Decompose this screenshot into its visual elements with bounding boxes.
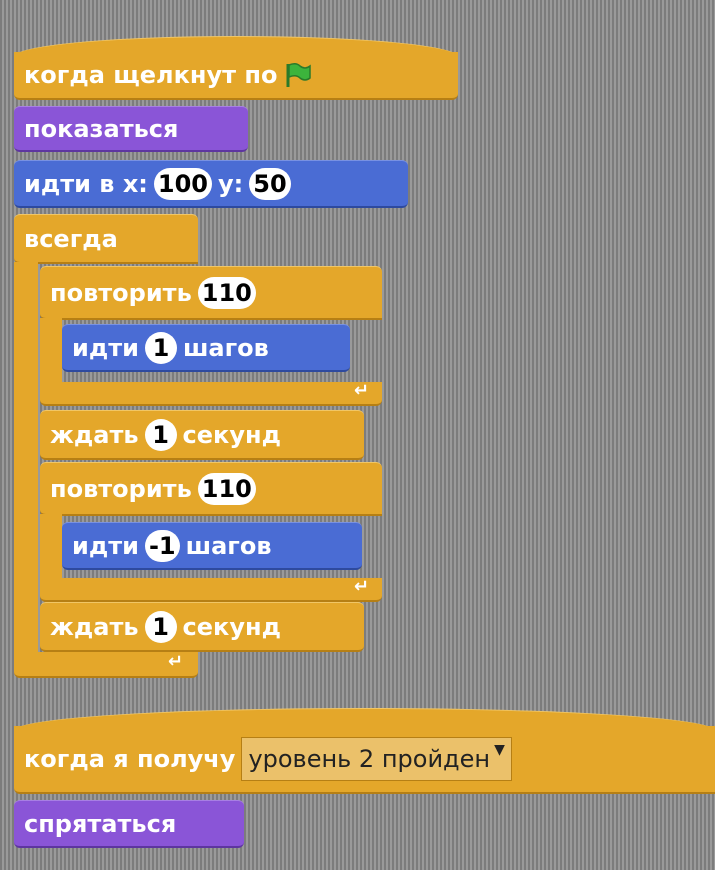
move-steps-block-1[interactable]: идти 1 шагов xyxy=(62,324,350,372)
move-unit-1: шагов xyxy=(182,333,269,362)
wait-unit-2: секунд xyxy=(182,612,281,641)
repeat-foot-1 xyxy=(40,382,382,406)
repeat-label-1: повторить xyxy=(50,278,192,307)
go-to-label: идти в x: xyxy=(24,169,148,198)
wait-label-2: ждать xyxy=(50,612,139,641)
show-block[interactable]: показаться xyxy=(14,106,248,152)
y-label: y: xyxy=(218,169,244,198)
wait-block-1[interactable]: ждать 1 секунд xyxy=(40,410,364,460)
wait-seconds-input-2[interactable]: 1 xyxy=(144,610,177,643)
repeat-foot-2 xyxy=(40,578,382,602)
hide-block[interactable]: спрятаться xyxy=(14,800,244,848)
repeat-arm-2 xyxy=(40,514,62,580)
forever-block[interactable]: всегда xyxy=(14,214,198,264)
wait-block-2[interactable]: ждать 1 секунд xyxy=(40,602,364,652)
when-flag-clicked-block[interactable]: когда щелкнут по xyxy=(14,52,458,100)
go-to-xy-block[interactable]: идти в x: 100 y: 50 xyxy=(14,160,408,208)
move-steps-input-2[interactable]: -1 xyxy=(144,529,180,562)
forever-label: всегда xyxy=(24,224,118,253)
move-steps-block-2[interactable]: идти -1 шагов xyxy=(62,522,362,570)
when-i-receive-block[interactable]: когда я получу уровень 2 пройден ▼ xyxy=(14,726,715,794)
move-label-2: идти xyxy=(72,531,139,560)
move-unit-2: шагов xyxy=(185,531,272,560)
message-dropdown-value: уровень 2 пройден xyxy=(248,745,491,773)
repeat-block-1[interactable]: повторить 110 xyxy=(40,266,382,320)
repeat-label-2: повторить xyxy=(50,474,192,503)
repeat-block-2[interactable]: повторить 110 xyxy=(40,462,382,516)
green-flag-icon xyxy=(286,62,311,87)
x-value-input[interactable]: 100 xyxy=(153,167,213,200)
repeat-loop-arrow-icon-1: ↵ xyxy=(354,380,370,401)
repeat-loop-arrow-icon-2: ↵ xyxy=(354,576,370,597)
wait-label-1: ждать xyxy=(50,420,139,449)
wait-unit-1: секунд xyxy=(182,420,281,449)
wait-seconds-input-1[interactable]: 1 xyxy=(144,418,177,451)
repeat-count-input-1[interactable]: 110 xyxy=(197,276,256,309)
forever-loop-arrow-icon: ↵ xyxy=(168,651,184,672)
y-value-input[interactable]: 50 xyxy=(249,167,291,200)
when-i-receive-label: когда я получу xyxy=(24,745,236,773)
move-steps-input-1[interactable]: 1 xyxy=(144,331,177,364)
hide-label: спрятаться xyxy=(24,809,177,838)
forever-arm xyxy=(14,262,38,654)
dropdown-caret-icon: ▼ xyxy=(494,742,505,758)
show-label: показаться xyxy=(24,114,179,143)
repeat-count-input-2[interactable]: 110 xyxy=(197,472,256,505)
message-dropdown[interactable]: уровень 2 пройден ▼ xyxy=(241,737,512,781)
when-flag-clicked-label: когда щелкнут по xyxy=(24,61,278,89)
move-label-1: идти xyxy=(72,333,139,362)
repeat-arm-1 xyxy=(40,318,62,384)
